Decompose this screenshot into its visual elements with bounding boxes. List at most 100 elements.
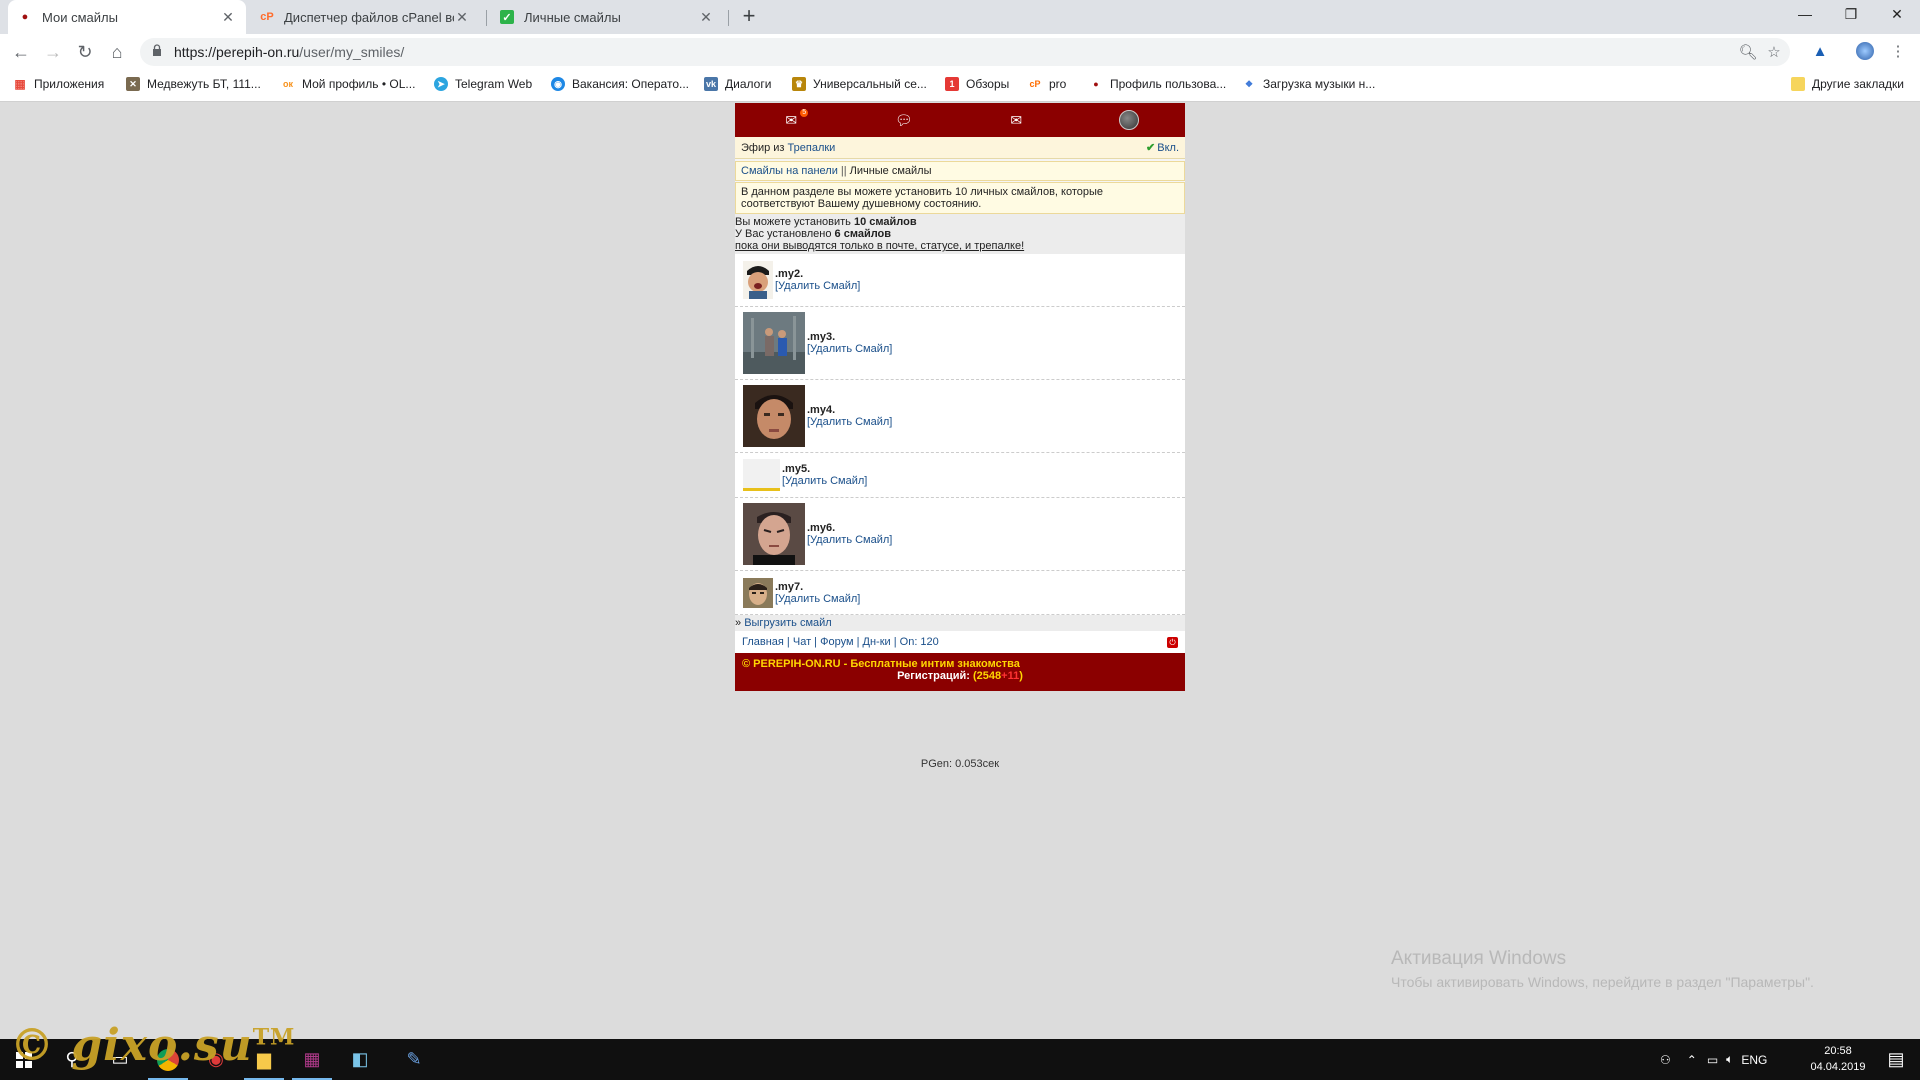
breadcrumb: Смайлы на панели || Личные смайлы bbox=[735, 161, 1185, 181]
nav-notifications[interactable]: ✉ 5 bbox=[735, 103, 848, 137]
menu-kebab-icon[interactable]: ⋮ bbox=[1888, 42, 1908, 62]
bookmark-reviews[interactable]: 1 Обзоры bbox=[945, 77, 1009, 91]
efir-text: Эфир из Трепалки bbox=[741, 142, 835, 154]
folder-icon bbox=[1791, 77, 1805, 91]
bookmark-telegram[interactable]: ➤ Telegram Web bbox=[434, 77, 532, 91]
clock-time: 20:58 bbox=[1824, 1045, 1852, 1057]
action-center-button[interactable]: ▤ bbox=[1872, 1039, 1920, 1080]
activation-subtitle: Чтобы активировать Windows, перейдите в … bbox=[1391, 974, 1814, 990]
site-copyright-footer: © PEREPIH-ON.RU - Бесплатные интим знако… bbox=[735, 653, 1185, 691]
bookmark-user-profile[interactable]: ● Профиль пользова... bbox=[1089, 77, 1226, 91]
bookmark-label: Вакансия: Операто... bbox=[572, 77, 689, 91]
bookmark-label: Обзоры bbox=[966, 77, 1010, 91]
bookmark-vacancy[interactable]: ◉ Вакансия: Операто... bbox=[551, 77, 689, 91]
bookmark-other-folder[interactable]: Другие закладки bbox=[1791, 77, 1904, 91]
tab-my-smiles[interactable]: ● Мои смайлы ✕ bbox=[8, 0, 246, 34]
delete-smile-link[interactable]: [Удалить Смайл] bbox=[775, 280, 860, 292]
tab-personal-smiles[interactable]: ✓ Личные смайлы ✕ bbox=[490, 0, 724, 34]
bookmark-medvezhut[interactable]: ✕ Медвежуть БТ, 111... bbox=[126, 77, 261, 91]
telegram-icon: ➤ bbox=[434, 77, 448, 91]
power-exit-icon[interactable]: ⏻ bbox=[1167, 636, 1178, 648]
can-install-line: Вы можете установить 10 смайлов bbox=[735, 216, 1185, 228]
url-path: /user/my_smiles/ bbox=[299, 44, 405, 60]
efir-link[interactable]: Трепалки bbox=[788, 142, 836, 154]
new-tab-button[interactable]: + bbox=[736, 4, 762, 30]
smile-row: .my2. [Удалить Смайл] bbox=[735, 254, 1185, 307]
bookmark-vk-dialogs[interactable]: vk Диалоги bbox=[704, 77, 771, 91]
bookmark-label: Диалоги bbox=[725, 77, 772, 91]
extension-icon[interactable]: ▲ bbox=[1810, 42, 1830, 62]
zoom-icon[interactable]: 🔍︎ bbox=[1738, 43, 1758, 63]
minimize-button[interactable]: — bbox=[1782, 0, 1828, 30]
bookmark-universal[interactable]: ♛ Универсальный се... bbox=[792, 77, 927, 91]
footer-online-count[interactable]: Оn: 120 bbox=[900, 636, 939, 648]
url-host: https://perepih-on.ru bbox=[174, 44, 300, 60]
network-icon[interactable]: ▭ bbox=[1707, 1053, 1718, 1067]
volume-icon[interactable]: 🔈︎ bbox=[1726, 1052, 1733, 1067]
logo-text: © gixo.su bbox=[10, 1020, 253, 1071]
address-bar[interactable]: https://perepih-on.ru/user/my_smiles/ 🔍︎… bbox=[140, 38, 1790, 66]
delete-smile-link[interactable]: [Удалить Смайл] bbox=[807, 416, 892, 428]
checkmark-favicon-icon: ✓ bbox=[500, 10, 514, 24]
delete-smile-link[interactable]: [Удалить Смайл] bbox=[807, 534, 892, 546]
footer-link-chat[interactable]: Чат bbox=[793, 636, 811, 648]
profile-icon: ● bbox=[1093, 79, 1099, 89]
input-language[interactable]: ENG bbox=[1741, 1053, 1767, 1067]
nav-mail[interactable]: ✉︎ bbox=[960, 103, 1073, 137]
delete-smile-link[interactable]: [Удалить Смайл] bbox=[782, 475, 867, 487]
export-arrow: » bbox=[735, 617, 742, 629]
browser-toolbar: ← → ↻ ⌂ https://perepih-on.ru/user/my_sm… bbox=[0, 34, 1920, 70]
close-tab-icon[interactable]: ✕ bbox=[698, 9, 714, 26]
crumb-current: Личные смайлы bbox=[849, 165, 932, 177]
bookmark-label: Профиль пользова... bbox=[1110, 77, 1227, 91]
smile-row: .my4. [Удалить Смайл] bbox=[735, 380, 1185, 453]
delete-smile-link[interactable]: [Удалить Смайл] bbox=[807, 343, 892, 355]
back-button[interactable]: ← bbox=[8, 39, 34, 65]
taskbar-paint[interactable]: ✎ bbox=[390, 1039, 438, 1080]
efir-toggle[interactable]: ✔ Вкл. bbox=[1146, 141, 1179, 154]
efir-bar: Эфир из Трепалки ✔ Вкл. bbox=[735, 137, 1185, 159]
crumb-panel-smiles[interactable]: Смайлы на панели bbox=[741, 165, 838, 177]
restore-button[interactable]: ❐ bbox=[1828, 0, 1874, 30]
activation-title: Активация Windows bbox=[1391, 948, 1567, 969]
cpanel-favicon-icon: cP bbox=[260, 11, 274, 23]
nav-chat[interactable]: 💬︎ bbox=[848, 103, 961, 137]
people-icon[interactable]: ⚇ bbox=[1660, 1053, 1671, 1067]
footer-link-forum[interactable]: Форум bbox=[820, 636, 853, 648]
profile-avatar-icon[interactable] bbox=[1855, 42, 1875, 62]
reload-button[interactable]: ↻ bbox=[72, 39, 98, 65]
music-icon: ❖ bbox=[1244, 78, 1254, 89]
bookmark-ok-profile[interactable]: ок Мой профиль • OL... bbox=[281, 77, 415, 91]
footer-link-home[interactable]: Главная bbox=[742, 636, 784, 648]
chevron-up-icon[interactable]: ⌃ bbox=[1687, 1053, 1697, 1067]
forward-button[interactable]: → bbox=[40, 39, 66, 65]
notepad-icon: ◧ bbox=[351, 1049, 369, 1069]
bookmark-apps[interactable]: ▦ Приложения bbox=[13, 77, 104, 91]
bookmark-star-icon[interactable]: ☆ bbox=[1764, 43, 1784, 63]
home-button[interactable]: ⌂ bbox=[104, 39, 130, 65]
nav-profile[interactable] bbox=[1073, 103, 1186, 137]
smile-code: .my3. bbox=[807, 331, 836, 343]
taskbar-notepad[interactable]: ◧ bbox=[336, 1039, 384, 1080]
footer-link-diaries[interactable]: Дн-ки bbox=[863, 636, 891, 648]
review-icon: 1 bbox=[945, 77, 959, 91]
ok-icon: ок bbox=[282, 79, 293, 89]
close-window-button[interactable]: ✕ bbox=[1874, 0, 1920, 30]
smile-row: .my7. [Удалить Смайл] bbox=[735, 571, 1185, 615]
system-clock[interactable]: 20:58 04.04.2019 bbox=[1808, 1043, 1868, 1075]
close-tab-icon[interactable]: ✕ bbox=[454, 9, 470, 26]
export-smile-link[interactable]: Выгрузить смайл bbox=[744, 617, 832, 629]
smile-image-crying-boy bbox=[743, 261, 773, 299]
installed-line: У Вас установлено 6 смайлов bbox=[735, 228, 1185, 240]
winrar-icon: ▦ bbox=[303, 1049, 321, 1069]
delete-smile-link[interactable]: [Удалить Смайл] bbox=[775, 593, 860, 605]
smile-row: .my6. [Удалить Смайл] bbox=[735, 498, 1185, 571]
bookmark-music[interactable]: ❖ Загрузка музыки н... bbox=[1242, 77, 1375, 91]
site-favicon-icon: ● bbox=[21, 11, 29, 23]
close-tab-icon[interactable]: ✕ bbox=[220, 9, 236, 26]
crumb-separator: || bbox=[840, 165, 847, 177]
user-avatar bbox=[1118, 110, 1139, 130]
tab-cpanel[interactable]: cP Диспетчер файлов cPanel верси ✕ bbox=[250, 0, 480, 34]
bookmark-pro[interactable]: cP pro bbox=[1028, 77, 1066, 91]
apps-icon: ▦ bbox=[14, 77, 26, 91]
